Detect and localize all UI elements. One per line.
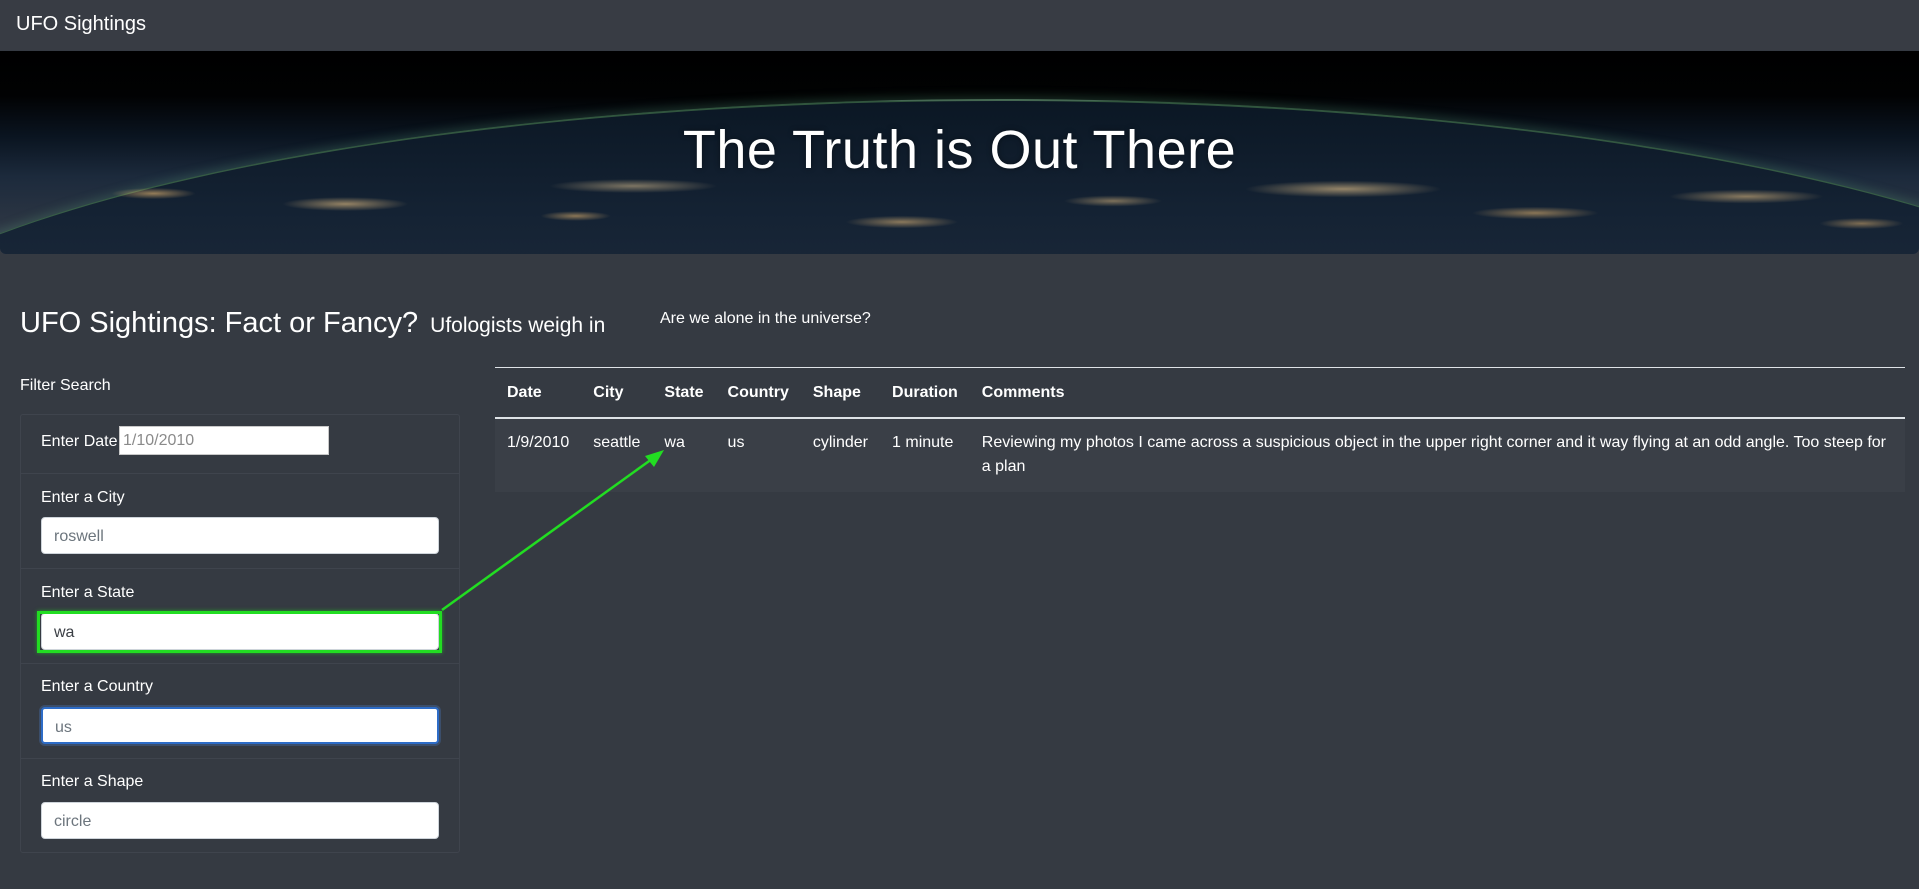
results-table: Date City State Country Shape Duration C… [495,368,1905,492]
header-comments: Comments [969,368,1905,419]
article-tagline: Are we alone in the universe? [660,310,871,327]
filter-item-state: Enter a State wa [21,569,459,664]
state-input[interactable]: wa [41,613,439,650]
country-input[interactable]: us [41,707,439,744]
article-title-main: UFO Sightings: Fact or Fancy? [20,307,419,339]
header-duration: Duration [880,368,970,419]
cell-date: 1/9/2010 [495,418,582,492]
navbar-brand[interactable]: UFO Sightings [16,13,146,36]
navbar: UFO Sightings [0,0,1919,50]
cell-comments: Reviewing my photos I came across a susp… [969,418,1905,492]
filter-search-heading: Filter Search [20,377,111,394]
filter-list: Enter Date 1/10/2010 Enter a City roswel… [20,414,460,853]
filter-item-country: Enter a Country us [21,664,459,759]
filter-label-state: Enter a State [41,584,135,601]
cell-duration: 1 minute [880,418,970,492]
shape-input[interactable]: circle [41,802,439,839]
table-header-row: Date City State Country Shape Duration C… [495,368,1905,419]
cell-country: us [715,418,801,492]
table-row: 1/9/2010 seattle wa us cylinder 1 minute… [495,418,1905,492]
city-input[interactable]: roswell [41,517,439,554]
filter-label-date: Enter Date [41,433,118,450]
header-shape: Shape [800,368,881,419]
filter-label-shape: Enter a Shape [41,773,144,790]
cell-city: seattle [581,418,653,492]
filter-item-shape: Enter a Shape circle [21,759,459,854]
header-state: State [652,368,716,419]
article-subtitle: Ufologists weigh in [430,314,606,337]
header-date: Date [495,368,582,419]
header-country: Country [715,368,801,419]
article-title: UFO Sightings: Fact or Fancy? Ufologists… [20,307,605,340]
header-city: City [581,368,653,419]
cell-state: wa [652,418,716,492]
hero-title: The Truth is Out There [682,120,1237,180]
cell-shape: cylinder [800,418,881,492]
hero-banner: The Truth is Out There [0,51,1919,254]
filter-item-city: Enter a City roswell [21,474,459,569]
filter-item-date: Enter Date 1/10/2010 [21,415,459,474]
filter-label-city: Enter a City [41,489,125,506]
filter-label-country: Enter a Country [41,678,154,695]
date-input[interactable]: 1/10/2010 [119,426,329,455]
